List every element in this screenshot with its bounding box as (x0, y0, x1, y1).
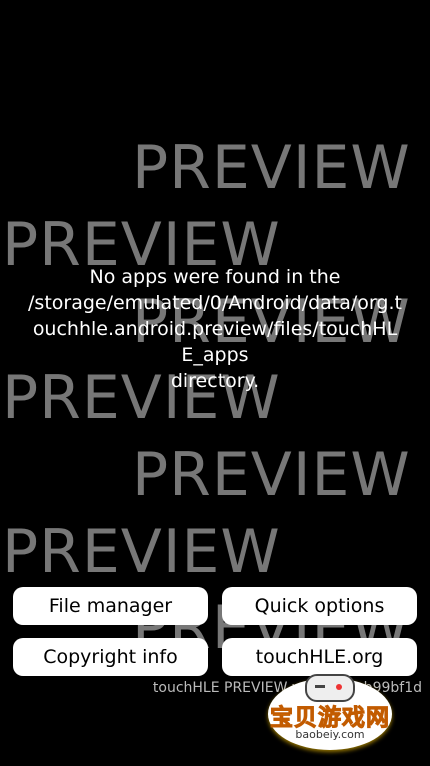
website-button[interactable]: touchHLE.org (222, 638, 417, 676)
logo-url: baobeiy.com (295, 728, 365, 741)
no-apps-message: No apps were found in the /storage/emula… (10, 264, 420, 394)
message-line: ouchhle.android.preview/files/touchHL (32, 318, 398, 340)
logo-title: 宝贝游戏网 (270, 705, 390, 732)
quick-options-button[interactable]: Quick options (222, 587, 417, 625)
copyright-info-button[interactable]: Copyright info (13, 638, 208, 676)
message-line: directory. (170, 370, 260, 392)
preview-watermark: PREVIEW (2, 517, 281, 587)
message-line: E_apps (181, 344, 249, 366)
message-line: No apps were found in the (89, 266, 341, 288)
message-line: /storage/emulated/0/Android/data/org.t (28, 292, 402, 314)
file-manager-button[interactable]: File manager (13, 587, 208, 625)
site-watermark-logo: 宝贝游戏网 baobeiy.com (250, 672, 410, 758)
preview-watermark: PREVIEW (132, 133, 411, 203)
preview-watermark: PREVIEW (132, 440, 411, 510)
app-screen: PREVIEW PREVIEW PREVIEW PREVIEW PREVIEW … (0, 0, 430, 766)
